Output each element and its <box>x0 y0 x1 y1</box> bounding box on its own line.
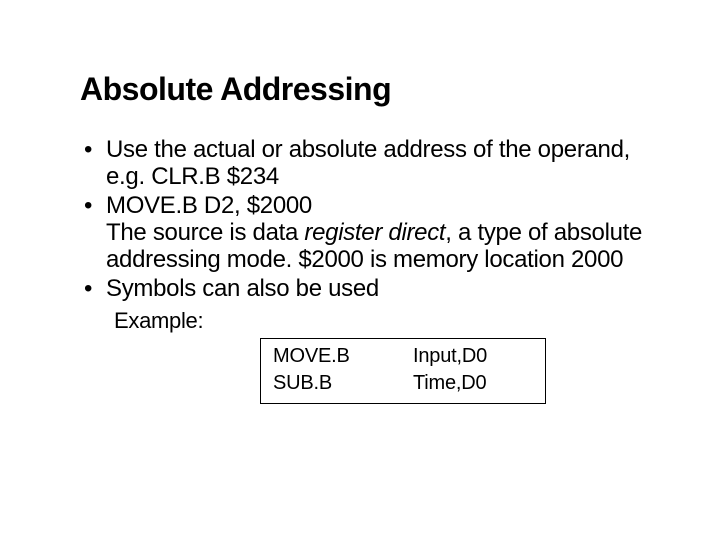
bullet-2-line1: MOVE.B D2, $2000 <box>106 193 650 220</box>
slide: Absolute Addressing Use the actual or ab… <box>0 0 720 540</box>
example-label: Example: <box>114 308 650 334</box>
bullet-2-line2a: The source is data <box>106 219 304 246</box>
code-2-op: SUB.B <box>273 370 413 397</box>
code-row-1: MOVE.B Input,D0 <box>273 343 533 370</box>
bullet-2-line2-italic: register direct <box>304 219 445 246</box>
bullet-item-2: MOVE.B D2, $2000 The source is data regi… <box>106 193 650 274</box>
bullet-item-1: Use the actual or absolute address of th… <box>106 137 650 191</box>
code-row-2: SUB.B Time,D0 <box>273 370 533 397</box>
bullet-list: Use the actual or absolute address of th… <box>80 137 650 302</box>
bullet-item-3: Symbols can also be used <box>106 276 650 303</box>
bullet-2-line2: The source is data register direct, a ty… <box>106 220 650 274</box>
code-1-op: MOVE.B <box>273 343 413 370</box>
code-1-args: Input,D0 <box>413 343 533 370</box>
bullet-3-text: Symbols can also be used <box>106 276 650 303</box>
bullet-1-text: Use the actual or absolute address of th… <box>106 137 650 191</box>
code-box: MOVE.B Input,D0 SUB.B Time,D0 <box>260 338 546 404</box>
slide-title: Absolute Addressing <box>80 72 650 107</box>
code-2-args: Time,D0 <box>413 370 533 397</box>
